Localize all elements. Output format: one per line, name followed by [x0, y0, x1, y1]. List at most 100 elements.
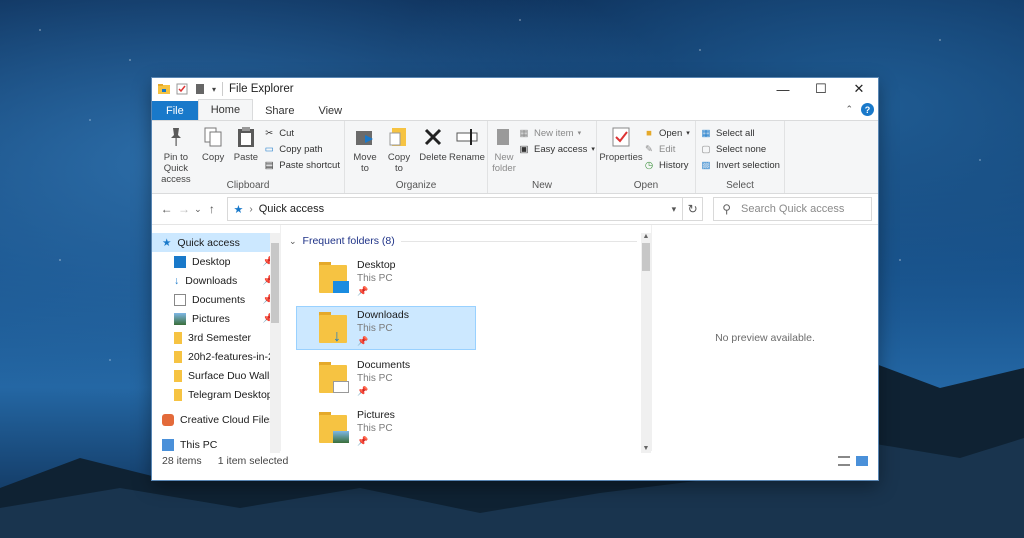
properties-icon[interactable]	[176, 83, 188, 95]
nav-label: Surface Duo Wallpap	[188, 369, 280, 382]
paste-shortcut-icon: ▤	[264, 159, 274, 171]
folder-tile-desktop[interactable]: Desktop This PC 📌	[297, 257, 475, 299]
delete-icon	[424, 128, 442, 146]
history-button[interactable]: ◷ History	[643, 158, 690, 172]
open-group-label: Open	[633, 180, 659, 191]
nav-scroll-thumb[interactable]	[271, 243, 279, 323]
navigation-bar: ← → ⌄ ↑ ★ › Quick access ▾ ↻ ⚲	[152, 194, 878, 225]
nav-surface-duo[interactable]: Surface Duo Wallpap	[152, 366, 280, 385]
window-controls: — ☐ ✕	[764, 78, 878, 100]
chevron-up-icon[interactable]: ⌃	[845, 104, 853, 115]
folder-tiles: Desktop This PC 📌 ↓ Downloads This PC 📌 Docu…	[287, 257, 651, 449]
content-scrollbar[interactable]: ▲ ▼	[641, 233, 651, 453]
ribbon: Pin to Quick access Copy Paste ✂ Cut ▭ Cop…	[152, 121, 878, 194]
search-input[interactable]	[739, 202, 864, 216]
nav-pictures[interactable]: Pictures 📌	[152, 309, 280, 328]
paste-shortcut-button[interactable]: ▤ Paste shortcut	[263, 158, 340, 172]
tab-file[interactable]: File	[152, 101, 198, 120]
edit-button[interactable]: ✎ Edit	[643, 142, 690, 156]
folder-tile-documents[interactable]: Documents This PC 📌	[297, 357, 475, 399]
copy-icon	[204, 127, 222, 147]
nav-desktop[interactable]: Desktop 📌	[152, 252, 280, 271]
select-all-button[interactable]: ▦ Select all	[700, 126, 780, 140]
tab-home[interactable]: Home	[197, 99, 254, 120]
maximize-icon[interactable]: ☐	[802, 78, 840, 100]
tab-share[interactable]: Share	[253, 101, 306, 120]
copy-to-icon	[389, 128, 406, 146]
nav-label: Quick access	[177, 236, 240, 249]
nav-this-pc[interactable]: This PC	[152, 435, 280, 454]
group-header[interactable]: ⌄ Frequent folders (8)	[287, 233, 651, 249]
group-clipboard: Pin to Quick access Copy Paste ✂ Cut ▭ Cop…	[152, 121, 345, 193]
select-group-label: Select	[726, 180, 754, 191]
select-none-label: Select none	[716, 143, 767, 155]
nav-quick-access[interactable]: ★ Quick access	[152, 233, 280, 252]
content-scroll-thumb[interactable]	[642, 243, 650, 271]
customize-toolbar-icon[interactable]: ▾	[212, 85, 216, 94]
status-bar: 28 items 1 item selected	[152, 451, 878, 471]
pin-icon: 📌	[357, 436, 369, 446]
quick-access-toolbar: ▾	[152, 78, 216, 100]
chevron-down-icon: ⌄	[289, 235, 297, 246]
open-button[interactable]: ■ Open ▾	[643, 126, 690, 140]
back-icon[interactable]: ←	[158, 202, 175, 216]
nav-creative-cloud[interactable]: Creative Cloud Files	[152, 410, 280, 429]
close-icon[interactable]: ✕	[840, 78, 878, 100]
refresh-icon[interactable]: ↻	[683, 197, 704, 221]
folder-name: Documents	[357, 359, 411, 371]
new-folder-icon[interactable]	[194, 83, 206, 95]
title-bar: ▾ File Explorer — ☐ ✕	[152, 78, 878, 100]
address-dropdown-icon[interactable]: ▾	[672, 204, 677, 215]
content-pane: ⌄ Frequent folders (8) Desktop This PC 📌 ↓…	[280, 225, 651, 453]
pin-icon: 📌	[357, 336, 369, 346]
tab-view[interactable]: View	[306, 101, 354, 120]
nav-documents[interactable]: Documents 📌	[152, 290, 280, 309]
folder-location: This PC	[357, 323, 393, 334]
pictures-folder-icon	[319, 411, 349, 443]
cut-button[interactable]: ✂ Cut	[263, 126, 340, 140]
minimize-icon[interactable]: —	[764, 78, 802, 100]
forward-icon[interactable]: →	[175, 202, 192, 216]
select-none-button[interactable]: ▢ Select none	[700, 142, 780, 156]
up-icon[interactable]: ↑	[203, 202, 220, 216]
folder-tile-downloads[interactable]: ↓ Downloads This PC 📌	[296, 306, 476, 350]
move-to-icon	[356, 131, 373, 145]
large-icons-view-icon[interactable]	[856, 456, 868, 466]
open-icon: ■	[646, 127, 652, 139]
scroll-down-icon[interactable]: ▼	[641, 445, 651, 453]
pin-icon: 📌	[357, 386, 369, 396]
paste-label: Paste	[233, 152, 259, 163]
search-box[interactable]: ⚲	[713, 197, 873, 221]
copy-path-label: Copy path	[279, 143, 323, 155]
easy-access-label: Easy access	[534, 143, 588, 155]
folder-name: Downloads	[357, 309, 409, 321]
nav-scrollbar[interactable]	[270, 233, 280, 453]
folder-location: This PC	[357, 373, 393, 384]
nav-3rd-semester[interactable]: 3rd Semester	[152, 328, 280, 347]
folder-icon	[174, 331, 182, 344]
nav-label: Downloads	[185, 274, 238, 287]
invert-selection-label: Invert selection	[716, 159, 780, 171]
preview-pane: No preview available.	[651, 225, 878, 451]
copy-path-button[interactable]: ▭ Copy path	[263, 142, 340, 156]
nav-downloads[interactable]: ↓ Downloads 📌	[152, 271, 280, 290]
new-item-label: New item	[534, 127, 574, 139]
new-item-button[interactable]: ▦ New item ▾	[518, 126, 595, 140]
new-item-icon: ▦	[519, 127, 529, 139]
easy-access-button[interactable]: ▣ Easy access ▾	[518, 142, 595, 156]
nav-telegram-desktop[interactable]: Telegram Desktop	[152, 385, 280, 404]
new-folder-icon-large	[497, 129, 509, 145]
selection-count: 1 item selected	[217, 455, 289, 467]
help-icon[interactable]: ?	[861, 103, 874, 116]
recent-locations-icon[interactable]: ⌄	[193, 204, 203, 215]
invert-selection-button[interactable]: ▨ Invert selection	[700, 158, 780, 172]
folder-tile-pictures[interactable]: Pictures This PC 📌	[297, 407, 475, 449]
documents-folder-icon	[319, 361, 349, 393]
address-bar[interactable]: ★ › Quick access ▾	[226, 197, 684, 221]
ribbon-tabs: File Home Share View ⌃ ?	[152, 99, 878, 121]
scroll-up-icon[interactable]: ▲	[641, 233, 651, 241]
folder-icon	[174, 369, 182, 382]
nav-20h2-features[interactable]: 20h2-features-in-20	[152, 347, 280, 366]
details-view-icon[interactable]	[838, 456, 850, 466]
downloads-folder-icon: ↓	[319, 311, 349, 345]
